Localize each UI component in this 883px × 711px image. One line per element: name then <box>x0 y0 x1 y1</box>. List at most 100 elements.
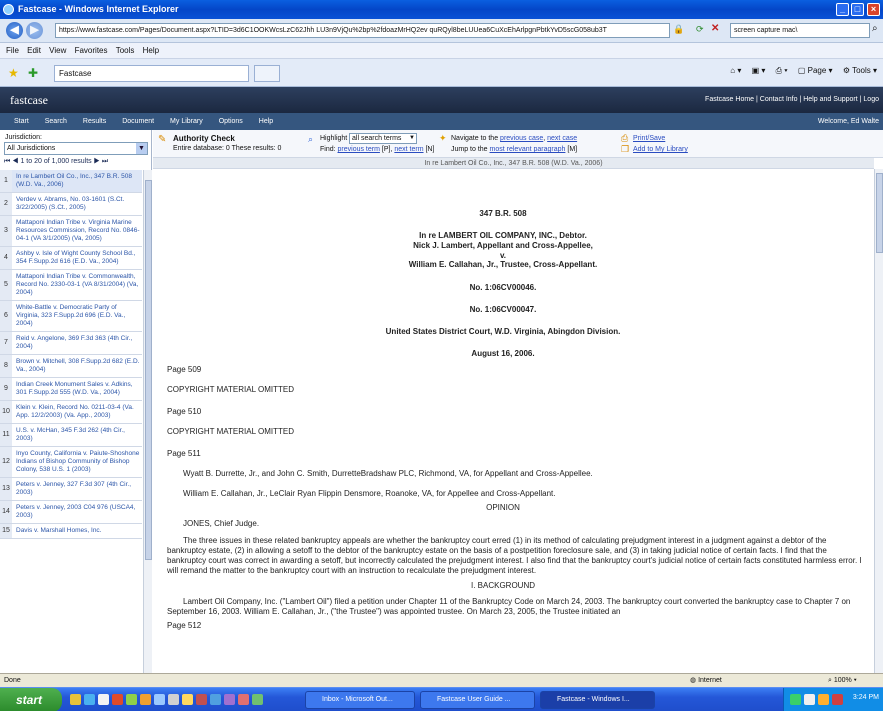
menu-edit[interactable]: Edit <box>27 46 41 55</box>
lock-icon[interactable]: 🔒 <box>673 24 684 35</box>
stop-icon[interactable]: ✕ <box>711 23 719 34</box>
list-item[interactable]: 5 Mattaponi Indian Tribe v. Commonwealth,… <box>0 270 142 301</box>
start-button[interactable]: start <box>0 688 62 711</box>
nav-search[interactable]: Search <box>45 118 67 125</box>
result-link[interactable]: Peters v. Jenney, 327 F.3d 307 (4th Cir.… <box>12 478 142 500</box>
result-link[interactable]: Verdev v. Abrams, No. 03-1601 (S.Ct. 3/2… <box>12 193 142 215</box>
fastcase-logo[interactable]: fastcase <box>10 93 48 108</box>
authority-check-title[interactable]: Authority Check <box>173 134 235 143</box>
zoom-control[interactable]: ⌕ 100% ▾ <box>828 674 857 687</box>
add-library-link[interactable]: Add to My Library <box>633 146 688 153</box>
quicklaunch-icon[interactable] <box>112 694 123 705</box>
next-case-link[interactable]: next case <box>547 135 577 142</box>
nav-document[interactable]: Document <box>122 118 154 125</box>
quicklaunch-icon[interactable] <box>168 694 179 705</box>
list-item[interactable]: 14 Peters v. Jenney, 2003 C04 976 (USCA4,… <box>0 501 142 524</box>
result-link[interactable]: In re Lambert Oil Co., Inc., 347 B.R. 50… <box>12 170 142 192</box>
list-item[interactable]: 4 Ashby v. Isle of Wight County School Bd… <box>0 247 142 270</box>
authority-check-icon[interactable]: ✎ <box>158 134 166 145</box>
nav-start[interactable]: Start <box>14 118 29 125</box>
list-item[interactable]: 9 Indian Creek Monument Sales v. Adkins, … <box>0 378 142 401</box>
quicklaunch-icon[interactable] <box>238 694 249 705</box>
add-favorites-icon[interactable]: ✚ <box>28 66 38 80</box>
quicklaunch-icon[interactable] <box>140 694 151 705</box>
next-term-link[interactable]: next term <box>394 146 423 153</box>
tab-fastcase[interactable]: Fastcase <box>54 65 249 82</box>
quicklaunch-icon[interactable] <box>182 694 193 705</box>
quicklaunch-icon[interactable] <box>224 694 235 705</box>
highlight-select[interactable]: all search terms ▼ <box>349 133 417 144</box>
tray-icon[interactable] <box>790 694 801 705</box>
list-item[interactable]: 6 White-Battle v. Democratic Party of Vir… <box>0 301 142 332</box>
quicklaunch-icon[interactable] <box>196 694 207 705</box>
result-link[interactable]: Inyo County, California v. Paiute-Shosho… <box>12 447 142 477</box>
print-save-link[interactable]: Print/Save <box>633 135 665 142</box>
list-item[interactable]: 12 Inyo County, California v. Paiute-Shos… <box>0 447 142 478</box>
quicklaunch-icon[interactable] <box>210 694 221 705</box>
nav-options[interactable]: Options <box>219 118 243 125</box>
print-save-icon[interactable]: ⎙ <box>621 133 628 144</box>
result-link[interactable]: White-Battle v. Democratic Party of Virg… <box>12 301 142 331</box>
back-icon[interactable]: ◀ <box>6 22 23 39</box>
search-icon[interactable]: ⌕ <box>872 23 878 34</box>
menu-favorites[interactable]: Favorites <box>75 46 108 55</box>
header-links[interactable]: Fastcase Home | Contact Info | Help and … <box>705 96 879 103</box>
quicklaunch-icon[interactable] <box>84 694 95 705</box>
result-link[interactable]: Klein v. Klein, Record No. 0211-03-4 (Va… <box>12 401 142 423</box>
close-button[interactable]: × <box>867 3 880 16</box>
result-link[interactable]: Davis v. Marshall Homes, Inc. <box>12 524 103 538</box>
result-link[interactable]: Ashby v. Isle of Wight County School Bd.… <box>12 247 142 269</box>
add-library-icon[interactable]: ❐ <box>621 144 629 155</box>
tray-icon[interactable] <box>804 694 815 705</box>
list-item[interactable]: 11 U.S. v. McHan, 345 F.3d 262 (4th Cir.,… <box>0 424 142 447</box>
favorites-star-icon[interactable]: ★ <box>8 66 19 80</box>
tray-icon[interactable] <box>818 694 829 705</box>
menu-file[interactable]: File <box>6 46 19 55</box>
result-link[interactable]: Peters v. Jenney, 2003 C04 976 (USCA4, 2… <box>12 501 142 523</box>
quicklaunch-icon[interactable] <box>154 694 165 705</box>
quicklaunch-icon[interactable] <box>98 694 109 705</box>
address-bar[interactable]: https://www.fastcase.com/Pages/Document.… <box>55 23 670 38</box>
tools-menu[interactable]: ⚙ Tools ▾ <box>843 66 877 75</box>
new-tab-button[interactable] <box>254 65 280 82</box>
first-page-icon[interactable]: ⏮ <box>4 158 10 165</box>
result-link[interactable]: Indian Creek Monument Sales v. Adkins, 3… <box>12 378 142 400</box>
next-page-icon[interactable]: ▶ <box>94 158 100 165</box>
list-item[interactable]: 2 Verdev v. Abrams, No. 03-1601 (S.Ct. 3/… <box>0 193 142 216</box>
tray-icon[interactable] <box>832 694 843 705</box>
menu-view[interactable]: View <box>49 46 66 55</box>
list-item[interactable]: 8 Brown v. Mitchell, 308 F.Supp.2d 682 (E… <box>0 355 142 378</box>
list-item[interactable]: 7 Reid v. Angelone, 369 F.3d 363 (4th Cir… <box>0 332 142 355</box>
last-page-icon[interactable]: ⏭ <box>102 158 108 165</box>
scrollbar-thumb[interactable] <box>145 180 152 560</box>
results-scrollbar[interactable] <box>143 170 152 673</box>
print-icon[interactable]: ⎙ ▾ <box>776 66 788 75</box>
nav-my-library[interactable]: My Library <box>170 118 203 125</box>
home-icon[interactable]: ⌂ ▾ <box>730 66 741 75</box>
previous-case-link[interactable]: previous case <box>500 135 543 142</box>
minimize-button[interactable]: _ <box>836 3 849 16</box>
result-link[interactable]: Brown v. Mitchell, 308 F.Supp.2d 682 (E.… <box>12 355 142 377</box>
maximize-button[interactable]: □ <box>851 3 864 16</box>
quicklaunch-icon[interactable] <box>70 694 81 705</box>
list-item[interactable]: 10 Klein v. Klein, Record No. 0211-03-4 (… <box>0 401 142 424</box>
taskbar-fastcase[interactable]: Fastcase - Windows I... <box>540 691 655 709</box>
forward-icon[interactable]: ▶ <box>26 22 43 39</box>
result-link[interactable]: Reid v. Angelone, 369 F.3d 363 (4th Cir.… <box>12 332 142 354</box>
feeds-icon[interactable]: ▣ ▾ <box>752 66 766 75</box>
result-link[interactable]: Mattaponi Indian Tribe v. Virginia Marin… <box>12 216 142 246</box>
most-relevant-link[interactable]: most relevant paragraph <box>490 146 566 153</box>
list-item[interactable]: 13 Peters v. Jenney, 327 F.3d 307 (4th Ci… <box>0 478 142 501</box>
menu-help[interactable]: Help <box>143 46 159 55</box>
taskbar-user-guide[interactable]: Fastcase User Guide ... <box>420 691 535 709</box>
nav-results[interactable]: Results <box>83 118 106 125</box>
nav-help[interactable]: Help <box>259 118 273 125</box>
document-scrollbar[interactable] <box>874 169 883 673</box>
quicklaunch-icon[interactable] <box>252 694 263 705</box>
scrollbar-thumb[interactable] <box>876 173 883 253</box>
result-link[interactable]: U.S. v. McHan, 345 F.3d 262 (4th Cir., 2… <box>12 424 142 446</box>
prev-page-icon[interactable]: ◀ <box>12 158 18 165</box>
previous-term-link[interactable]: previous term <box>338 146 380 153</box>
page-menu[interactable]: ▢ Page ▾ <box>798 66 833 75</box>
result-link[interactable]: Mattaponi Indian Tribe v. Commonwealth, … <box>12 270 142 300</box>
